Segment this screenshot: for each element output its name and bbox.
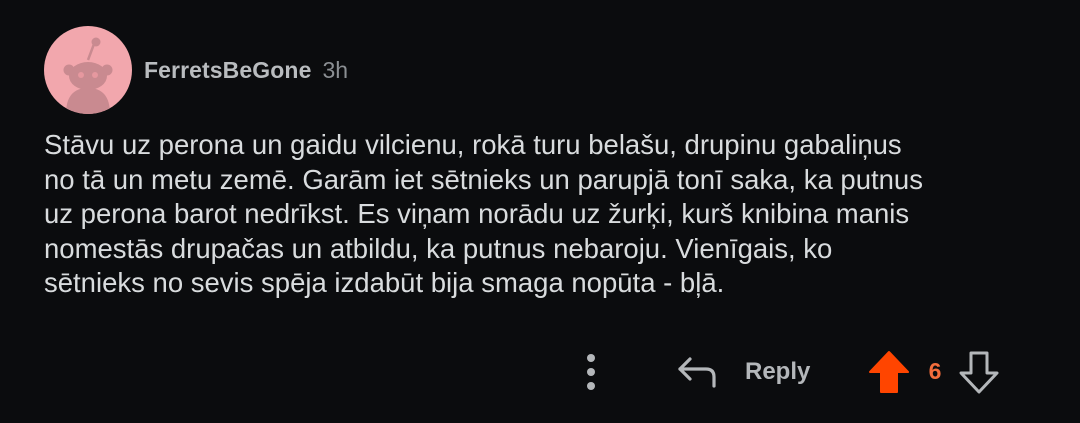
comment-header: FerretsBeGone 3h [44,26,348,114]
upvote-button[interactable] [866,348,912,396]
downvote-button[interactable] [956,348,1002,396]
downvote-arrow-icon [959,351,999,394]
comment-body-line: sētnieks no sevis spēja izdabūt bija sma… [44,267,725,299]
comment-actions: Reply 6 [0,344,1080,400]
avatar[interactable] [44,26,132,114]
vote-count: 6 [928,358,942,384]
more-vertical-icon [587,354,595,390]
comment-body-line: uz perona barot nedrīkst. Es viņam norād… [44,198,910,230]
comment-body-line: no tā un metu zemē. Garām iet sētnieks u… [44,163,923,195]
reply-label: Reply [745,358,811,385]
comment-body-line: nomestās drupačas un atbildu, ka putnus … [44,232,833,264]
reply-button[interactable]: Reply [676,350,810,394]
more-options-button[interactable] [574,350,608,394]
snoo-avatar-icon [63,37,113,114]
upvote-arrow-icon [869,351,909,393]
comment-body-line: Stāvu uz perona un gaidu vilcienu, rokā … [44,129,902,160]
timestamp: 3h [322,56,349,83]
comment-body: Stāvu uz perona un gaidu vilcienu, rokā … [44,128,1044,301]
reply-arrow-icon [678,357,716,388]
comment: FerretsBeGone 3h Stāvu uz perona un gaid… [0,0,1080,423]
username[interactable]: FerretsBeGone [144,57,311,84]
